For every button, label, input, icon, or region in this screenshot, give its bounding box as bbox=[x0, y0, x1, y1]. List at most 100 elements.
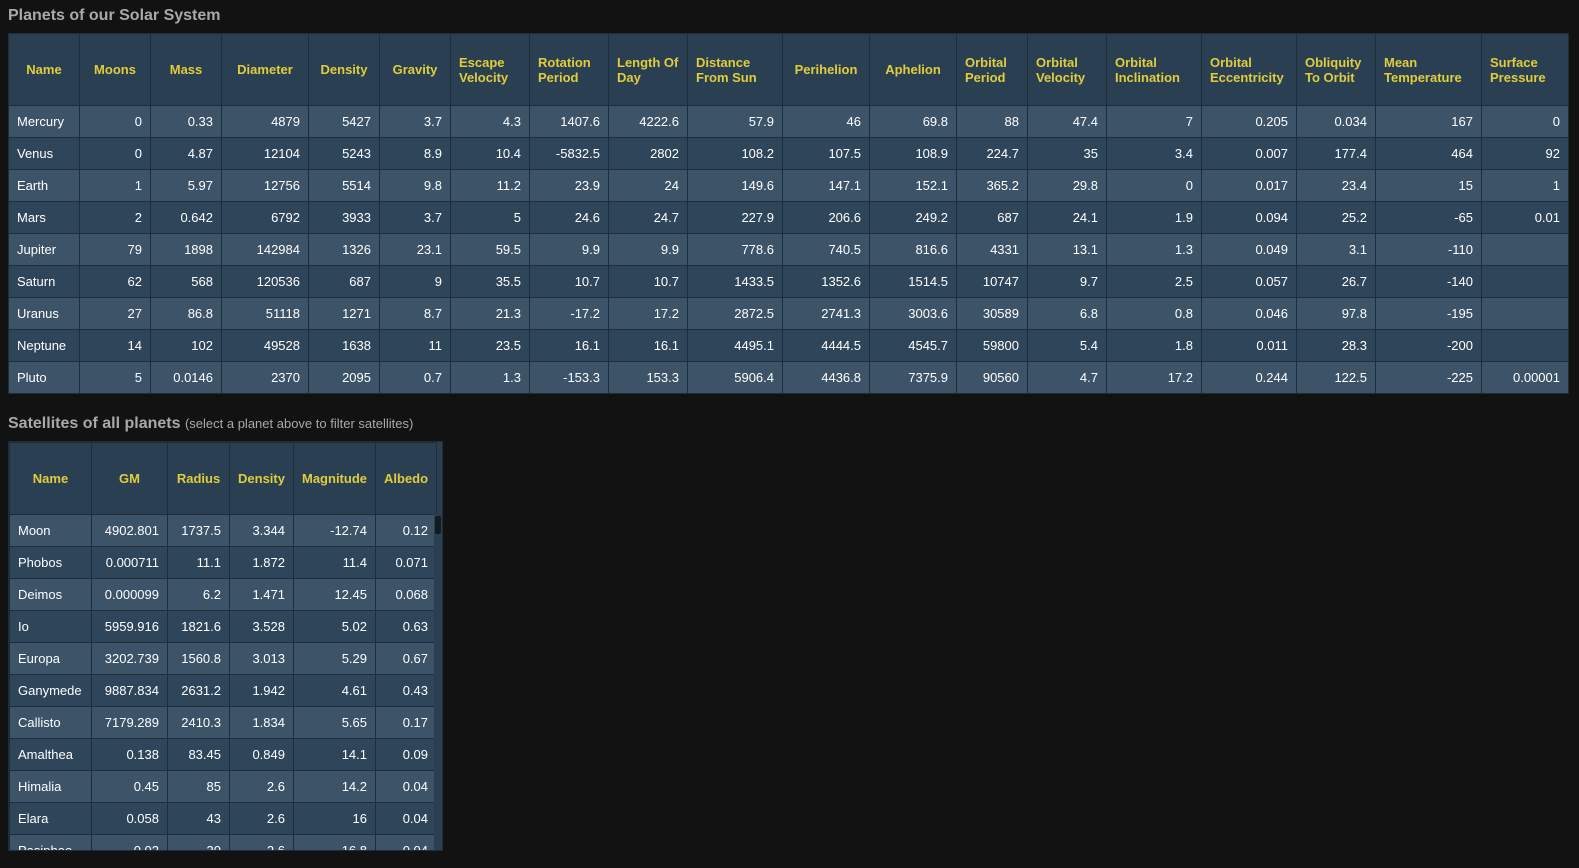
planet-col-header-gravity[interactable]: Gravity bbox=[379, 33, 451, 106]
planet-col-header-orbital-period[interactable]: Orbital Period bbox=[956, 33, 1028, 106]
planet-row-saturn[interactable]: Saturn 62 568 120536 687 9 35.5 10.7 10.7 1433.5 1… bbox=[8, 265, 1569, 298]
planet-cell-rotation-period: -153.3 bbox=[529, 361, 609, 394]
satellites-scroll-thumb[interactable] bbox=[435, 516, 441, 534]
satellite-cell-albedo: 0.068 bbox=[375, 578, 437, 611]
planet-cell-perihelion: 4444.5 bbox=[782, 329, 870, 362]
planet-col-header-obliquity-to-orbit[interactable]: Obliquity To Orbit bbox=[1296, 33, 1376, 106]
satellite-row-pasiphae[interactable]: Pasiphae 0.02 30 2.6 16.8 0.04 bbox=[9, 834, 437, 850]
planet-row-jupiter[interactable]: Jupiter 79 1898 142984 1326 23.1 59.5 9.9 9.9 778… bbox=[8, 233, 1569, 266]
planet-cell-escape-velocity: 11.2 bbox=[450, 169, 530, 202]
satellite-cell-magnitude: 5.02 bbox=[293, 610, 376, 643]
satellite-col-header-albedo[interactable]: Albedo bbox=[375, 442, 437, 515]
planet-row-venus[interactable]: Venus 0 4.87 12104 5243 8.9 10.4 -5832.5 2802 108… bbox=[8, 137, 1569, 170]
planet-row-neptune[interactable]: Neptune 14 102 49528 1638 11 23.5 16.1 16.1 4495.… bbox=[8, 329, 1569, 362]
planet-cell-mean-temperature: -225 bbox=[1375, 361, 1482, 394]
satellite-row-amalthea[interactable]: Amalthea 0.138 83.45 0.849 14.1 0.09 bbox=[9, 738, 437, 771]
planet-cell-aphelion: 7375.9 bbox=[869, 361, 957, 394]
planet-col-header-surface-pressure[interactable]: Surface Pressure bbox=[1481, 33, 1569, 106]
planet-cell-diameter: 2370 bbox=[221, 361, 309, 394]
planet-cell-surface-pressure bbox=[1481, 329, 1569, 362]
planet-cell-mean-temperature: -140 bbox=[1375, 265, 1482, 298]
planet-cell-distance-from-sun: 227.9 bbox=[687, 201, 783, 234]
satellite-cell-name: Phobos bbox=[9, 546, 92, 579]
planet-row-mars[interactable]: Mars 2 0.642 6792 3933 3.7 5 24.6 24.7 227.9 206.6… bbox=[8, 201, 1569, 234]
planet-cell-obliquity-to-orbit: 3.1 bbox=[1296, 233, 1376, 266]
satellite-cell-radius: 85 bbox=[167, 770, 230, 803]
satellite-col-header-gm[interactable]: GM bbox=[91, 442, 168, 515]
planet-cell-mass: 0.642 bbox=[150, 201, 222, 234]
planet-cell-perihelion: 46 bbox=[782, 105, 870, 138]
planet-cell-orbital-velocity: 4.7 bbox=[1027, 361, 1107, 394]
planet-cell-mass: 4.87 bbox=[150, 137, 222, 170]
satellite-col-header-name[interactable]: Name bbox=[9, 442, 92, 515]
satellite-cell-radius: 30 bbox=[167, 834, 230, 850]
planet-cell-name: Jupiter bbox=[8, 233, 80, 266]
planet-col-header-length-of-day[interactable]: Length Of Day bbox=[608, 33, 688, 106]
planet-cell-orbital-velocity: 29.8 bbox=[1027, 169, 1107, 202]
planet-col-header-orbital-inclination[interactable]: Orbital Inclination bbox=[1106, 33, 1202, 106]
satellite-row-callisto[interactable]: Callisto 7179.289 2410.3 1.834 5.65 0.17 bbox=[9, 706, 437, 739]
planet-cell-mean-temperature: -195 bbox=[1375, 297, 1482, 330]
planet-cell-orbital-eccentricity: 0.094 bbox=[1201, 201, 1297, 234]
satellite-row-ganymede[interactable]: Ganymede 9887.834 2631.2 1.942 4.61 0.43 bbox=[9, 674, 437, 707]
planet-cell-rotation-period: -17.2 bbox=[529, 297, 609, 330]
planet-cell-surface-pressure: 92 bbox=[1481, 137, 1569, 170]
planet-row-uranus[interactable]: Uranus 27 86.8 51118 1271 8.7 21.3 -17.2 17.2 287… bbox=[8, 297, 1569, 330]
satellite-cell-density: 0.849 bbox=[229, 738, 294, 771]
planet-col-header-distance-from-sun[interactable]: Distance From Sun bbox=[687, 33, 783, 106]
planet-col-header-escape-velocity[interactable]: Escape Velocity bbox=[450, 33, 530, 106]
planet-cell-orbital-period: 59800 bbox=[956, 329, 1028, 362]
satellite-cell-gm: 7179.289 bbox=[91, 706, 168, 739]
planet-col-header-perihelion[interactable]: Perihelion bbox=[782, 33, 870, 106]
planet-row-mercury[interactable]: Mercury 0 0.33 4879 5427 3.7 4.3 1407.6 4222.6 57… bbox=[8, 105, 1569, 138]
planet-col-header-mean-temperature[interactable]: Mean Temperature bbox=[1375, 33, 1482, 106]
planet-col-header-diameter[interactable]: Diameter bbox=[221, 33, 309, 106]
satellites-scrollbar[interactable] bbox=[434, 514, 442, 850]
planet-cell-gravity: 3.7 bbox=[379, 201, 451, 234]
satellites-scroll-container[interactable]: Name GM Radius Density Magnitude Albedo Moon 4… bbox=[8, 441, 443, 851]
planet-col-header-orbital-eccentricity[interactable]: Orbital Eccentricity bbox=[1201, 33, 1297, 106]
satellite-cell-density: 3.528 bbox=[229, 610, 294, 643]
planet-cell-perihelion: 4436.8 bbox=[782, 361, 870, 394]
satellite-cell-density: 2.6 bbox=[229, 802, 294, 835]
satellite-cell-radius: 6.2 bbox=[167, 578, 230, 611]
planet-col-header-name[interactable]: Name bbox=[8, 33, 80, 106]
satellite-cell-name: Io bbox=[9, 610, 92, 643]
satellite-col-header-radius[interactable]: Radius bbox=[167, 442, 230, 515]
planet-col-header-orbital-velocity[interactable]: Orbital Velocity bbox=[1027, 33, 1107, 106]
satellite-row-europa[interactable]: Europa 3202.739 1560.8 3.013 5.29 0.67 bbox=[9, 642, 437, 675]
satellite-cell-gm: 0.45 bbox=[91, 770, 168, 803]
satellite-row-himalia[interactable]: Himalia 0.45 85 2.6 14.2 0.04 bbox=[9, 770, 437, 803]
satellite-cell-albedo: 0.63 bbox=[375, 610, 437, 643]
planet-col-header-rotation-period[interactable]: Rotation Period bbox=[529, 33, 609, 106]
planet-cell-gravity: 9 bbox=[379, 265, 451, 298]
planet-cell-distance-from-sun: 108.2 bbox=[687, 137, 783, 170]
planet-col-header-mass[interactable]: Mass bbox=[150, 33, 222, 106]
satellite-cell-albedo: 0.071 bbox=[375, 546, 437, 579]
satellite-col-header-density[interactable]: Density bbox=[229, 442, 294, 515]
planet-cell-diameter: 12756 bbox=[221, 169, 309, 202]
planet-cell-orbital-inclination: 17.2 bbox=[1106, 361, 1202, 394]
satellite-row-io[interactable]: Io 5959.916 1821.6 3.528 5.02 0.63 bbox=[9, 610, 437, 643]
satellite-cell-density: 1.834 bbox=[229, 706, 294, 739]
planet-row-pluto[interactable]: Pluto 5 0.0146 2370 2095 0.7 1.3 -153.3 153.3 590… bbox=[8, 361, 1569, 394]
planet-cell-moons: 27 bbox=[79, 297, 151, 330]
satellite-col-header-magnitude[interactable]: Magnitude bbox=[293, 442, 376, 515]
planet-cell-obliquity-to-orbit: 0.034 bbox=[1296, 105, 1376, 138]
planet-cell-orbital-inclination: 0.8 bbox=[1106, 297, 1202, 330]
planet-cell-density: 5243 bbox=[308, 137, 380, 170]
satellite-row-deimos[interactable]: Deimos 0.000099 6.2 1.471 12.45 0.068 bbox=[9, 578, 437, 611]
planet-col-header-moons[interactable]: Moons bbox=[79, 33, 151, 106]
planet-cell-density: 1271 bbox=[308, 297, 380, 330]
planet-col-header-density[interactable]: Density bbox=[308, 33, 380, 106]
planet-cell-escape-velocity: 23.5 bbox=[450, 329, 530, 362]
satellite-row-phobos[interactable]: Phobos 0.000711 11.1 1.872 11.4 0.071 bbox=[9, 546, 437, 579]
planet-cell-orbital-velocity: 24.1 bbox=[1027, 201, 1107, 234]
satellite-row-moon[interactable]: Moon 4902.801 1737.5 3.344 -12.74 0.12 bbox=[9, 514, 437, 547]
planet-row-earth[interactable]: Earth 1 5.97 12756 5514 9.8 11.2 23.9 24 149.6 147… bbox=[8, 169, 1569, 202]
planet-cell-length-of-day: 16.1 bbox=[608, 329, 688, 362]
satellite-row-elara[interactable]: Elara 0.058 43 2.6 16 0.04 bbox=[9, 802, 437, 835]
planet-cell-length-of-day: 9.9 bbox=[608, 233, 688, 266]
planet-cell-gravity: 0.7 bbox=[379, 361, 451, 394]
planet-col-header-aphelion[interactable]: Aphelion bbox=[869, 33, 957, 106]
